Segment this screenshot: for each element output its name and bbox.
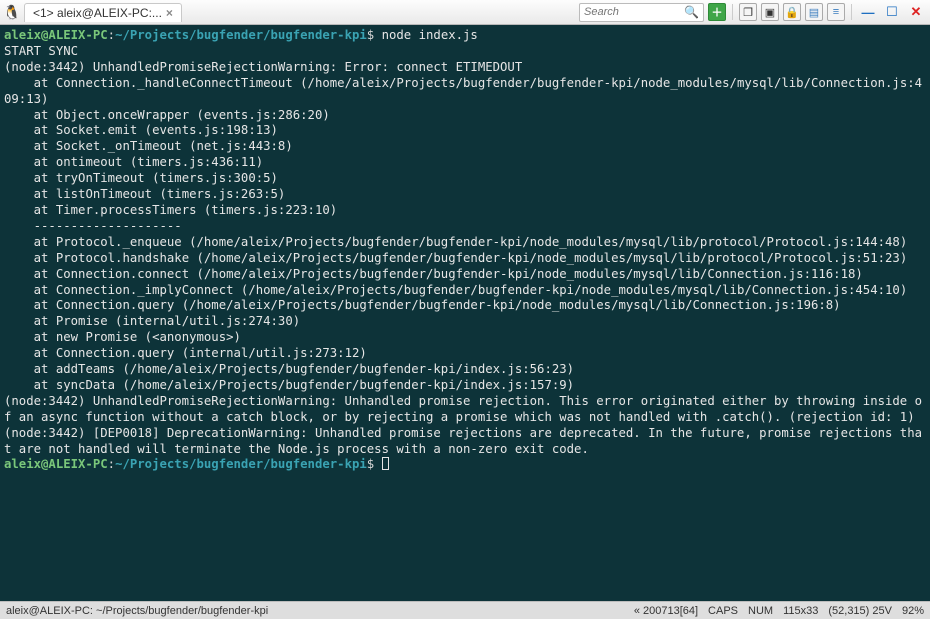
- panel-layout-button[interactable]: ▤: [805, 3, 823, 21]
- prompt-user: aleix@ALEIX-PC: [4, 457, 108, 471]
- tux-icon: 🐧: [4, 4, 20, 20]
- prompt-sep: :: [108, 457, 115, 471]
- close-tab-icon[interactable]: ×: [166, 6, 173, 20]
- cursor: [382, 457, 389, 470]
- prompt-path: ~/Projects/bugfender/bugfender-kpi: [115, 28, 367, 42]
- copy-button[interactable]: ❐: [739, 3, 757, 21]
- paste-button[interactable]: ▣: [761, 3, 779, 21]
- prompt-dollar: $: [367, 28, 374, 42]
- status-path: aleix@ALEIX-PC: ~/Projects/bugfender/bug…: [6, 605, 624, 617]
- terminal-lines: START SYNC (node:3442) UnhandledPromiseR…: [4, 44, 922, 456]
- toolbar-separator: [851, 4, 852, 20]
- prompt-command: node index.js: [382, 28, 478, 42]
- search-box[interactable]: 🔍: [579, 3, 704, 22]
- window-titlebar: 🐧 <1> aleix@ALEIX-PC:... × 🔍 ＋ ❐ ▣ 🔒 ▤ ≡…: [0, 0, 930, 25]
- terminal-output[interactable]: aleix@ALEIX-PC:~/Projects/bugfender/bugf…: [0, 25, 930, 601]
- prompt-sep: :: [108, 28, 115, 42]
- close-window-button[interactable]: ✕: [906, 4, 926, 20]
- minimize-button[interactable]: —: [858, 4, 878, 20]
- toolbar-separator: [732, 4, 733, 20]
- maximize-button[interactable]: ☐: [882, 4, 902, 20]
- prompt-path: ~/Projects/bugfender/bugfender-kpi: [115, 457, 367, 471]
- lock-button[interactable]: 🔒: [783, 3, 801, 21]
- prompt-dollar: $: [367, 457, 374, 471]
- status-encoding: « 200713[64]: [634, 605, 698, 617]
- terminal-tab[interactable]: <1> aleix@ALEIX-PC:... ×: [24, 3, 182, 22]
- list-button[interactable]: ≡: [827, 3, 845, 21]
- search-icon[interactable]: 🔍: [684, 5, 699, 19]
- prompt-user: aleix@ALEIX-PC: [4, 28, 108, 42]
- status-num: NUM: [748, 605, 773, 617]
- new-session-button[interactable]: ＋: [708, 3, 726, 21]
- status-bar: aleix@ALEIX-PC: ~/Projects/bugfender/bug…: [0, 601, 930, 619]
- tab-label: <1> aleix@ALEIX-PC:...: [33, 6, 162, 20]
- search-input[interactable]: [584, 6, 684, 18]
- status-percent: 92%: [902, 605, 924, 617]
- status-caps: CAPS: [708, 605, 738, 617]
- status-size: 115x33: [783, 605, 818, 617]
- status-position: (52,315) 25V: [828, 605, 892, 617]
